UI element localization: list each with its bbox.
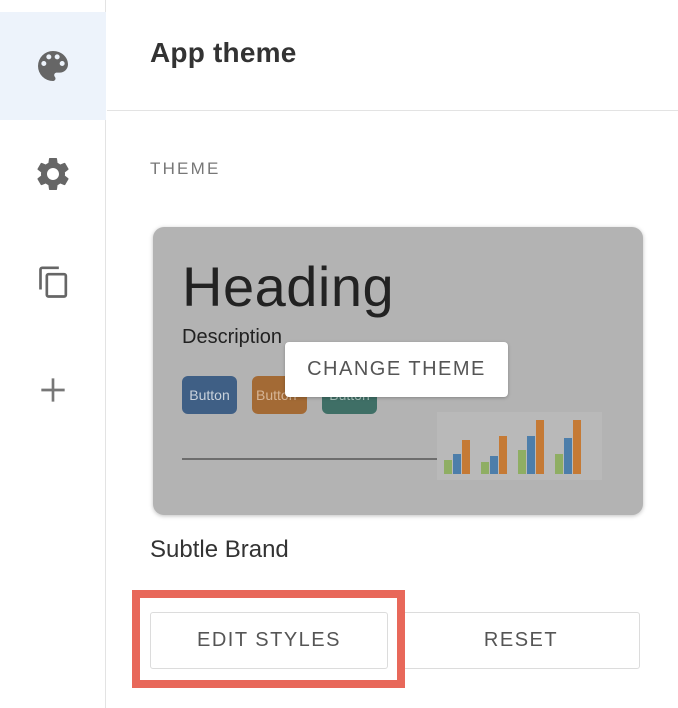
preview-heading: Heading: [182, 255, 395, 318]
sidebar: [0, 0, 106, 708]
header: App theme: [107, 0, 678, 111]
preview-divider: [182, 458, 437, 460]
sidebar-item-copy[interactable]: [0, 228, 106, 336]
sidebar-item-settings[interactable]: [0, 120, 106, 228]
preview-button-primary: Button: [182, 376, 237, 414]
copy-icon: [39, 266, 68, 298]
reset-button[interactable]: RESET: [402, 612, 640, 669]
sidebar-item-add[interactable]: [0, 336, 106, 444]
page-title: App theme: [150, 37, 297, 68]
edit-styles-button[interactable]: EDIT STYLES: [150, 612, 388, 669]
preview-chart-thumbnail: [437, 412, 602, 480]
sidebar-item-theme[interactable]: [0, 12, 106, 120]
preview-chart-icon: [444, 420, 581, 474]
palette-icon: [38, 51, 68, 81]
plus-icon: [41, 378, 65, 402]
gear-icon: [37, 158, 69, 190]
change-theme-button[interactable]: CHANGE THEME: [285, 342, 508, 397]
section-label: THEME: [150, 159, 221, 178]
theme-name: Subtle Brand: [150, 536, 289, 563]
preview-description: Description: [182, 326, 283, 348]
